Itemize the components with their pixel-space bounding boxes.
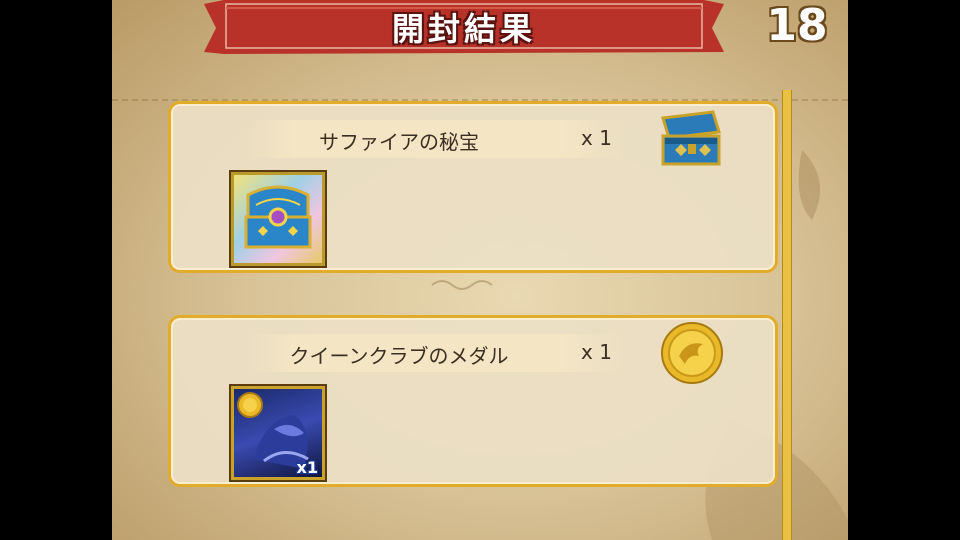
scrollbar[interactable] bbox=[782, 90, 792, 540]
results-screen: 開封結果 18 サファイアの秘宝 x 1 クイーンクラブのメダル x 1 x1 bbox=[112, 0, 848, 540]
item-thumbnail[interactable]: x1 bbox=[231, 386, 325, 480]
sapphire-chest-icon bbox=[244, 185, 312, 249]
item-name-bar: サファイアの秘宝 x 1 bbox=[249, 120, 625, 158]
item-name: サファイアの秘宝 bbox=[319, 130, 479, 154]
thumbnail-quantity: x1 bbox=[296, 458, 318, 477]
item-thumbnail[interactable] bbox=[231, 172, 325, 266]
item-quantity: x 1 bbox=[581, 340, 612, 364]
page-title: 開封結果 bbox=[391, 10, 536, 48]
item-name: クイーンクラブのメダル bbox=[289, 344, 509, 368]
treasure-chest-icon bbox=[661, 110, 721, 166]
title-banner: 開封結果 bbox=[204, 0, 724, 54]
item-quantity: x 1 bbox=[581, 126, 612, 150]
item-name-bar: クイーンクラブのメダル x 1 bbox=[249, 334, 625, 372]
result-card: サファイアの秘宝 x 1 bbox=[168, 101, 778, 273]
result-card: クイーンクラブのメダル x 1 x1 bbox=[168, 315, 778, 487]
remaining-count: 18 bbox=[766, 0, 828, 51]
gold-medal-icon bbox=[661, 322, 723, 384]
